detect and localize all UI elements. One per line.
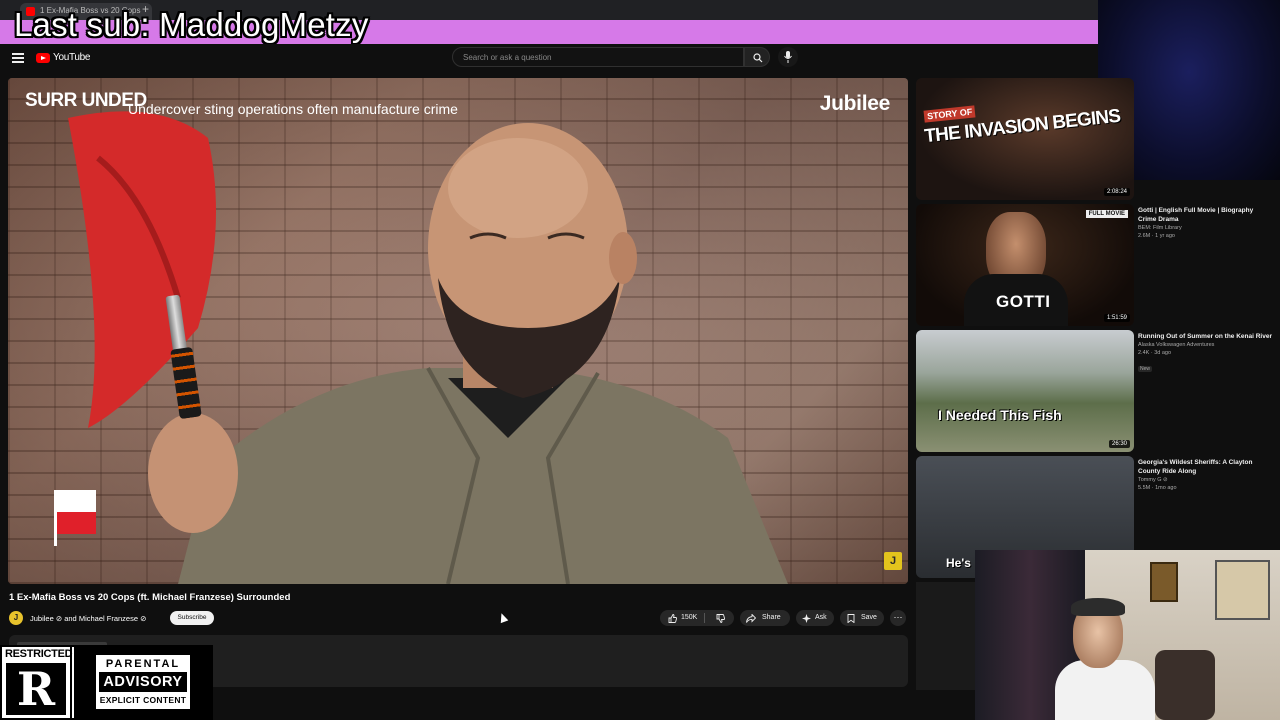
last-sub-banner-text: Last sub: MaddogMetzy [14,6,369,43]
advisory-text: ADVISORY [99,672,187,692]
webcam-wall-picture [1150,562,1178,602]
streamer-webcam [975,550,1280,720]
restricted-rating-badge: RESTRICTED R PARENTAL ADVISORY EXPLICIT … [0,645,213,720]
save-label: Save [861,614,877,621]
recommended-video-stats: 2.4K · 3d ago [1138,350,1172,356]
restricted-rating-block: RESTRICTED R [2,647,73,718]
ask-label: Ask [815,614,827,621]
recommended-video-title[interactable]: Gotti | English Full Movie | Biography C… [1138,206,1273,224]
recommended-video-stats: 2.6M · 1 yr ago [1138,233,1175,239]
recommended-video-meta[interactable]: Georgia's Wildest Sheriffs: A Clayton Co… [1138,458,1273,492]
video-player[interactable]: SURR UNDED Undercover sting operations o… [8,78,908,584]
full-movie-badge: FULL MOVIE [1085,210,1128,218]
parental-advisory-block: PARENTAL ADVISORY EXPLICIT CONTENT [74,647,211,718]
new-badge: New [1138,366,1153,372]
video-duration: 26:30 [1108,440,1130,448]
thumbnail-text: I Needed This Fish [938,407,1062,423]
video-frame-person [68,111,788,584]
mouse-cursor-icon [497,611,509,624]
search-button[interactable] [744,47,770,67]
channel-names[interactable]: Jubilee ⊘ and Michael Franzese ⊘ [30,614,146,623]
thumbs-up-icon[interactable] [668,614,677,623]
recommended-video-meta[interactable]: Running Out of Summer on the Kenai River… [1138,332,1273,375]
youtube-header: YouTube Search or ask a question [0,44,1098,74]
more-actions-button[interactable]: ⋯ [890,610,906,626]
thumbnail-text: He's [946,556,971,570]
youtube-logo-text[interactable]: YouTube [53,52,91,63]
recommended-video-stats: 5.5M · 1mo ago [1138,485,1177,491]
like-divider [704,613,705,623]
thumbs-down-icon[interactable] [716,614,725,623]
parental-text: PARENTAL [105,658,181,670]
channel-avatar[interactable]: J [9,611,23,625]
video-title: 1 Ex-Mafia Boss vs 20 Cops (ft. Michael … [9,592,291,603]
voice-search-button[interactable] [778,47,798,67]
recommended-video-thumbnail[interactable]: I Needed This Fish 26:30 [916,330,1134,452]
share-icon [746,614,756,623]
explicit-content-text: EXPLICIT CONTENT [99,695,187,705]
recommended-video-thumbnail-partial[interactable] [916,582,976,690]
like-count[interactable]: 150K [681,610,697,626]
restricted-title: RESTRICTED [5,648,73,660]
recommended-video-channel[interactable]: Alaska Volkswagen Adventures [1138,341,1273,349]
red-white-flag-icon [52,490,98,546]
parental-advisory-label: PARENTAL ADVISORY EXPLICIT CONTENT [94,653,192,711]
search-placeholder: Search or ask a question [463,53,552,62]
webcam-chair [1155,650,1215,720]
share-button[interactable]: Share [740,610,790,626]
bookmark-icon [847,614,855,623]
channel-watermark-icon[interactable]: J [884,552,902,570]
thumbnail-text: GOTTI [996,292,1051,311]
webcam-wall-picture [1215,560,1270,620]
jubilee-brand-logo: Jubilee [819,92,891,115]
recommended-video-thumbnail[interactable]: STORY OF THE INVASION BEGINS 2:08:24 [916,78,1134,200]
mic-icon [784,51,792,63]
recommended-video-title[interactable]: Running Out of Summer on the Kenai River [1138,332,1273,341]
share-label: Share [762,614,781,621]
recommended-video-title[interactable]: Georgia's Wildest Sheriffs: A Clayton Co… [1138,458,1273,476]
recommended-video-channel[interactable]: Tommy G ⊘ [1138,476,1273,484]
recommended-video-thumbnail[interactable]: GOTTI FULL MOVIE 1:51:59 [916,204,1134,326]
search-icon [753,53,763,63]
search-input[interactable]: Search or ask a question [452,47,744,67]
webcam-streamer-headset [1071,598,1125,616]
youtube-logo-icon[interactable] [36,53,50,63]
restricted-letter: R [6,663,66,715]
thumbnail-tag: STORY OF [923,105,976,123]
menu-icon[interactable] [12,53,24,63]
recommended-video-channel[interactable]: BEM: Film Library [1138,224,1273,232]
video-caption: Undercover sting operations often manufa… [128,101,458,117]
ask-button[interactable]: Ask [796,610,834,626]
like-dislike-pill: 150K [660,610,734,626]
sparkle-icon [802,614,811,623]
video-duration: 2:08:24 [1103,188,1130,196]
video-duration: 1:51:59 [1103,314,1130,322]
save-button[interactable]: Save [840,610,884,626]
subscribe-button[interactable]: Subscribe [170,611,214,625]
recommended-video-meta[interactable]: Gotti | English Full Movie | Biography C… [1138,206,1273,240]
webcam-streamer-body [1055,660,1155,720]
